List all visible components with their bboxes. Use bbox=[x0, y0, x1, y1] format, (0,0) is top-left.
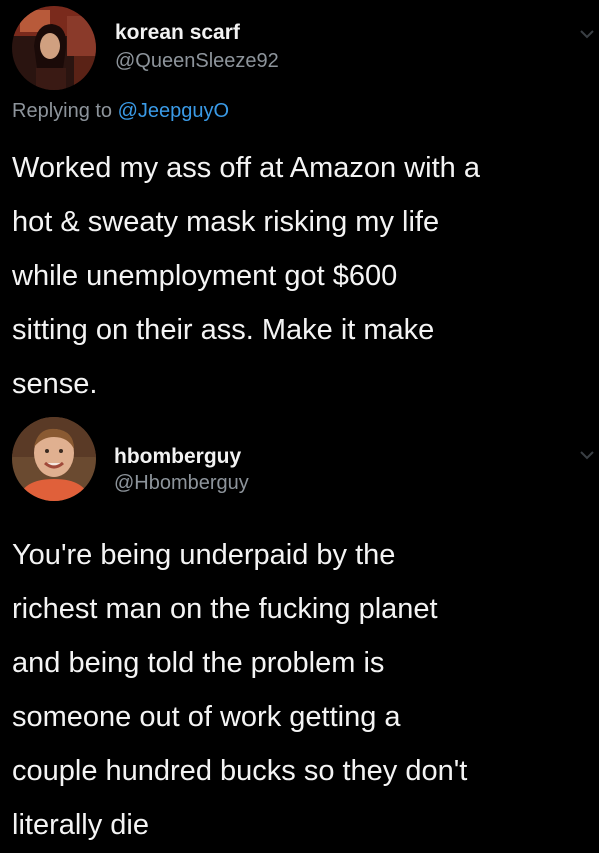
display-name[interactable]: hbomberguy bbox=[114, 445, 241, 469]
display-name[interactable]: korean scarf bbox=[115, 21, 240, 45]
replying-to: Replying to @JeepguyO bbox=[12, 100, 229, 123]
tweet-1[interactable]: korean scarf @QueenSleeze92 Replying to … bbox=[0, 0, 599, 410]
chevron-down-icon[interactable] bbox=[579, 449, 595, 461]
user-handle[interactable]: @QueenSleeze92 bbox=[115, 50, 279, 73]
user-handle[interactable]: @Hbomberguy bbox=[114, 472, 249, 495]
chevron-down-icon[interactable] bbox=[579, 28, 595, 40]
tweet-2[interactable]: hbomberguy @Hbomberguy You're being unde… bbox=[0, 410, 599, 853]
avatar[interactable] bbox=[12, 6, 96, 90]
mention-link[interactable]: @JeepguyO bbox=[118, 100, 229, 122]
avatar[interactable] bbox=[12, 417, 96, 501]
replying-to-label: Replying to bbox=[12, 100, 118, 122]
tweet-text: Worked my ass off at Amazon with a hot &… bbox=[12, 152, 480, 400]
tweet-text: You're being underpaid by the richest ma… bbox=[12, 539, 468, 841]
